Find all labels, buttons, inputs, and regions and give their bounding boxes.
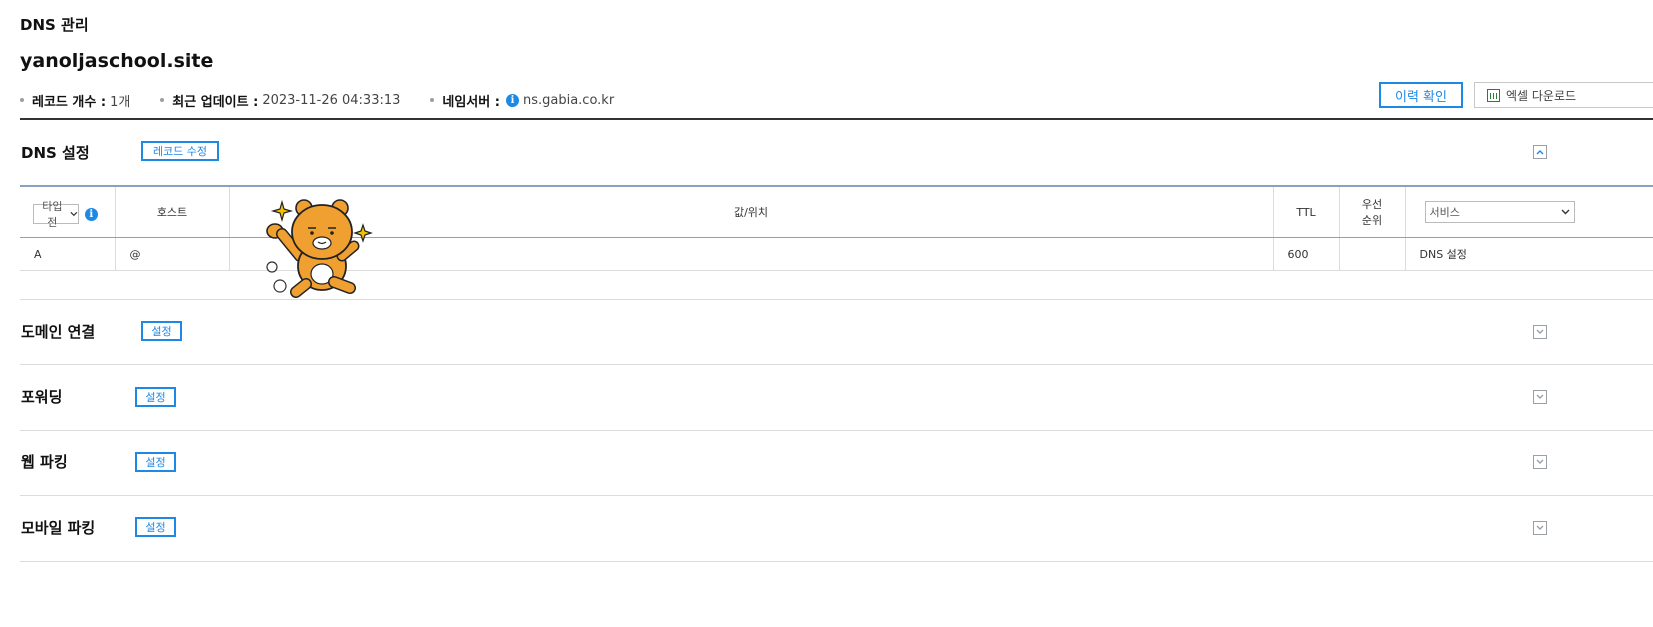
cell-priority <box>1339 237 1406 271</box>
dns-section-title: DNS 설정 <box>21 144 90 162</box>
expand-toggle[interactable] <box>1533 390 1547 404</box>
chevron-down-icon <box>1536 329 1544 334</box>
web-parking-settings-button[interactable]: 설정 <box>135 452 176 472</box>
history-button[interactable]: 이력 확인 <box>1379 82 1463 108</box>
collapse-toggle[interactable] <box>1533 145 1547 159</box>
service-filter-select[interactable]: 서비스 <box>1424 201 1575 223</box>
cell-host: @ <box>115 237 230 271</box>
priority-header-line1: 우선 <box>1361 198 1383 211</box>
chevron-down-icon <box>70 211 78 217</box>
expand-toggle[interactable] <box>1533 521 1547 535</box>
last-updated-value: 2023-11-26 04:33:13 <box>262 92 401 108</box>
bear-sticker-icon <box>266 199 373 298</box>
ttl-header: TTL <box>1273 185 1340 238</box>
last-updated-label: 최근 업데이트 : <box>172 94 259 110</box>
excel-download-button[interactable]: 엑셀 다운로드 <box>1474 82 1653 108</box>
meta-row: 레코드 개수 : 1개 최근 업데이트 : 2023-11-26 04:33:1… <box>20 90 644 110</box>
section-divider <box>20 561 1653 562</box>
top-rule <box>20 118 1653 120</box>
expand-toggle[interactable] <box>1533 455 1547 469</box>
section-divider <box>20 430 1653 431</box>
service-header: 서비스 <box>1405 185 1653 238</box>
info-icon[interactable]: i <box>505 93 519 107</box>
forwarding-settings-button[interactable]: 설정 <box>135 387 176 407</box>
mobile-parking-settings-button[interactable]: 설정 <box>135 517 176 537</box>
chevron-down-icon <box>1561 209 1569 215</box>
last-updated: 최근 업데이트 : 2023-11-26 04:33:13 <box>160 91 400 110</box>
record-count: 레코드 개수 : 1개 <box>20 91 130 110</box>
domain-connection-settings-button[interactable]: 설정 <box>141 321 182 341</box>
web-parking-title: 웹 파킹 <box>21 453 68 471</box>
record-count-value: 1개 <box>110 94 131 110</box>
section-divider <box>20 299 1653 300</box>
section-divider <box>20 495 1653 496</box>
value-header: 값/위치 <box>229 185 1274 238</box>
nameserver-label: 네임서버 : <box>442 94 500 110</box>
record-count-label: 레코드 개수 : <box>32 94 107 110</box>
type-filter-select[interactable]: 타입 전 <box>32 200 79 229</box>
excel-download-label: 엑셀 다운로드 <box>1506 88 1577 103</box>
section-divider <box>20 364 1653 365</box>
cell-service: DNS 설정 <box>1405 237 1653 271</box>
chevron-up-icon <box>1536 150 1544 155</box>
excel-icon <box>1487 88 1500 102</box>
cell-ttl: 600 <box>1273 237 1340 271</box>
cell-value <box>229 237 1274 271</box>
expand-toggle[interactable] <box>1533 325 1547 339</box>
cell-type: A <box>20 237 116 271</box>
domain-connection-title: 도메인 연결 <box>21 323 96 341</box>
type-filter-label: 타입 전 <box>42 200 63 229</box>
domain-title: yanoljaschool.site <box>20 50 214 72</box>
mobile-parking-title: 모바일 파킹 <box>21 519 96 537</box>
host-header: 호스트 <box>115 185 230 238</box>
service-filter-label: 서비스 <box>1429 206 1460 219</box>
bullet-dot <box>160 98 165 102</box>
bullet-dot <box>20 98 24 102</box>
type-header: 타입 전 i <box>20 185 116 238</box>
chevron-down-icon <box>1536 459 1544 464</box>
chevron-down-icon <box>1536 525 1544 530</box>
forwarding-title: 포워딩 <box>21 388 63 406</box>
priority-header: 우선 순위 <box>1339 185 1406 238</box>
nameserver: 네임서버 : i ns.gabia.co.kr <box>430 91 614 110</box>
edit-records-button[interactable]: 레코드 수정 <box>141 141 219 161</box>
page-label: DNS 관리 <box>20 16 89 34</box>
chevron-down-icon <box>1536 394 1544 399</box>
nameserver-value: ns.gabia.co.kr <box>522 92 615 108</box>
bullet-dot <box>430 98 435 102</box>
priority-header-line2: 순위 <box>1361 214 1383 227</box>
info-icon[interactable]: i <box>84 207 98 221</box>
